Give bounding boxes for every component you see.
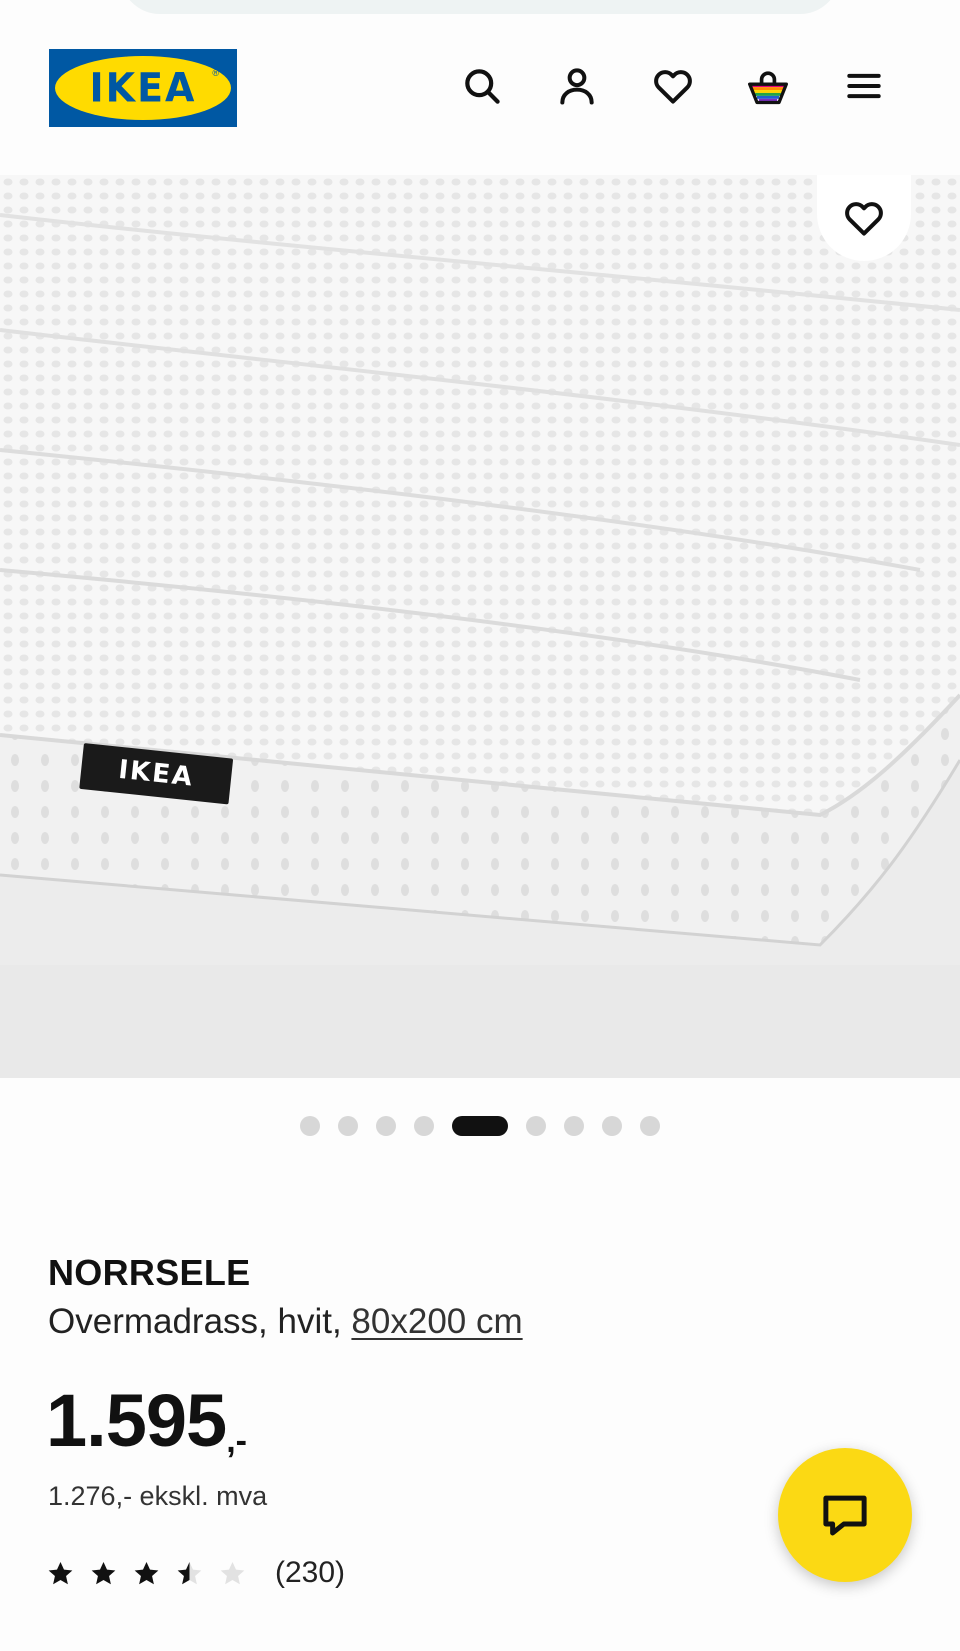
gallery-pagination xyxy=(0,1115,960,1137)
cart-button[interactable] xyxy=(742,60,794,112)
search-icon xyxy=(465,69,500,104)
logo-oval: IKEA ® xyxy=(55,56,231,120)
gallery-dot[interactable] xyxy=(452,1116,508,1136)
logo-text: IKEA xyxy=(89,64,197,112)
logo-registered-mark: ® xyxy=(212,68,219,78)
menu-button[interactable] xyxy=(838,60,890,112)
mattress-topper-image: IKEA xyxy=(0,175,960,1078)
product-name: NORRSELE xyxy=(48,1252,251,1293)
product-description: Overmadrass, hvit, 80x200 cm xyxy=(48,1302,523,1342)
gallery-dot[interactable] xyxy=(300,1116,320,1136)
gallery-dot[interactable] xyxy=(338,1116,358,1136)
account-button[interactable] xyxy=(551,60,603,112)
product-price: 1.595 ,- xyxy=(46,1384,247,1461)
price-excluding-vat: 1.276,- ekskl. mva xyxy=(48,1481,268,1511)
star-empty-icon xyxy=(218,1559,247,1588)
price-amount: 1.595 xyxy=(46,1379,227,1462)
gallery-dot[interactable] xyxy=(526,1116,546,1136)
product-type-text: Overmadrass, hvit, xyxy=(48,1302,352,1341)
rating[interactable]: (230) xyxy=(46,1556,345,1590)
search-button[interactable] xyxy=(456,60,508,112)
gallery-dot[interactable] xyxy=(640,1116,660,1136)
gallery-dot[interactable] xyxy=(564,1116,584,1136)
chat-icon xyxy=(823,1495,867,1536)
gallery-dot[interactable] xyxy=(602,1116,622,1136)
review-count[interactable]: (230) xyxy=(275,1556,345,1590)
user-icon xyxy=(560,68,594,105)
menu-icon xyxy=(847,73,881,99)
star-half-icon xyxy=(175,1559,204,1588)
ikea-logo[interactable]: IKEA ® xyxy=(49,49,237,127)
basket-icon xyxy=(748,71,788,105)
product-image[interactable]: IKEA xyxy=(0,175,960,1078)
chat-button[interactable] xyxy=(778,1448,912,1582)
heart-icon xyxy=(845,202,883,236)
star-full-icon xyxy=(46,1559,75,1588)
gallery-dot[interactable] xyxy=(414,1116,434,1136)
favourites-button[interactable] xyxy=(647,60,699,112)
star-full-icon xyxy=(132,1559,161,1588)
price-suffix: ,- xyxy=(226,1422,247,1460)
heart-icon xyxy=(654,70,692,104)
site-header: IKEA ® xyxy=(0,0,960,175)
size-link[interactable]: 80x200 cm xyxy=(351,1302,522,1341)
star-full-icon xyxy=(89,1559,118,1588)
gallery-dot[interactable] xyxy=(376,1116,396,1136)
